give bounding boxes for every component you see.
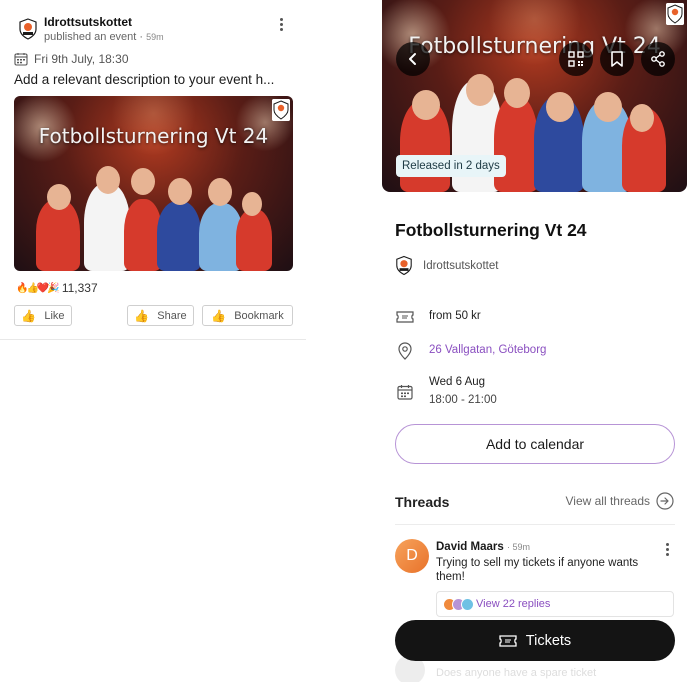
- thread-body: Trying to sell my tickets if anyone want…: [436, 557, 639, 583]
- feed-post-card: Idrottsutskottet published an event · 59…: [0, 0, 306, 340]
- chevron-left-icon: [409, 53, 416, 65]
- player-figure: [236, 209, 272, 271]
- post-more-options-icon[interactable]: [274, 16, 288, 34]
- post-event-date: Fri 9th July, 18:30: [14, 52, 129, 66]
- banner-art: Fotbollsturnering Vt 24: [14, 96, 293, 271]
- organization-logo: [396, 255, 412, 276]
- threads-heading: Threads: [395, 494, 450, 510]
- view-replies-button[interactable]: View 22 replies: [436, 591, 674, 617]
- tickets-label: Tickets: [525, 632, 572, 649]
- banner-logo: [666, 3, 684, 25]
- post-event-banner[interactable]: Fotbollsturnering Vt 24: [14, 96, 293, 271]
- bookmark-icon: [611, 51, 623, 67]
- event-hero-banner: Fotbollsturnering Vt 24 Released in 2 da…: [382, 0, 687, 192]
- event-datetime-row: Wed 6 Aug 18:00 - 21:00: [395, 376, 497, 406]
- player-head: [242, 192, 262, 216]
- event-detail-screen: Fotbollsturnering Vt 24 Released in 2 da…: [381, 0, 688, 682]
- player-figure: [494, 96, 538, 192]
- tickets-button[interactable]: Tickets: [395, 620, 675, 661]
- thread-author-line: David Maars · 59m: [436, 541, 530, 553]
- post-action: published an event: [44, 31, 137, 43]
- qr-code-icon: [568, 51, 584, 67]
- thread-author[interactable]: David Maars: [436, 541, 504, 553]
- event-organizer[interactable]: Idrottsutskottet: [395, 255, 498, 276]
- event-title: Fotbollsturnering Vt 24: [395, 220, 587, 240]
- calendar-icon: [397, 385, 413, 400]
- calendar-icon: [14, 53, 28, 66]
- add-to-calendar-button[interactable]: Add to calendar: [395, 424, 675, 464]
- player-head: [47, 184, 71, 210]
- event-datetime: Wed 6 Aug 18:00 - 21:00: [429, 376, 497, 406]
- thread-more-options-icon[interactable]: [661, 541, 673, 559]
- thread-time: 59m: [512, 542, 530, 552]
- view-replies-label: View 22 replies: [476, 598, 551, 610]
- avatar[interactable]: D: [395, 539, 429, 573]
- reaction-emojis: 🔥👍❤️🎉: [16, 282, 60, 294]
- player-head: [594, 92, 622, 122]
- event-price-row: from 50 kr: [395, 307, 481, 327]
- post-meta: published an event · 59m: [44, 31, 164, 43]
- player-figure: [157, 201, 201, 271]
- player-head: [630, 104, 654, 132]
- post-time: 59m: [146, 32, 164, 42]
- bookmark-event-button[interactable]: [600, 42, 634, 76]
- player-head: [546, 92, 574, 122]
- thumbs-up-icon: 👍: [21, 308, 37, 323]
- post-reactions[interactable]: 🔥👍❤️🎉 11,337: [16, 281, 98, 295]
- organization-logo[interactable]: [18, 18, 38, 40]
- player-head: [412, 90, 440, 120]
- event-time-range: 18:00 - 21:00: [429, 394, 497, 406]
- reaction-count: 11,337: [61, 281, 98, 295]
- arrow-right-circle-icon: [656, 492, 674, 510]
- post-author-name[interactable]: Idrottsutskottet: [44, 15, 132, 29]
- banner-logo: [272, 99, 290, 121]
- player-head: [504, 78, 530, 108]
- like-label: Like: [44, 309, 65, 322]
- thumbs-up-icon: 👍: [211, 308, 227, 323]
- back-button[interactable]: [396, 42, 430, 76]
- like-button[interactable]: 👍 Like: [14, 305, 72, 326]
- organizer-name: Idrottsutskottet: [423, 259, 499, 272]
- event-address-link[interactable]: 26 Vallgatan, Göteborg: [429, 344, 546, 356]
- player-head: [168, 178, 192, 205]
- bookmark-label: Bookmark: [234, 309, 284, 322]
- share-label: Share: [157, 309, 187, 322]
- post-date-text: Fri 9th July, 18:30: [34, 52, 129, 66]
- divider: [395, 524, 675, 525]
- player-head: [466, 74, 494, 106]
- location-pin-icon: [398, 342, 412, 360]
- player-head: [96, 166, 120, 194]
- event-price: from 50 kr: [429, 310, 481, 322]
- ticket-icon: [396, 311, 414, 323]
- bookmark-button[interactable]: 👍 Bookmark: [202, 305, 293, 326]
- view-all-threads-link[interactable]: View all threads: [566, 492, 675, 510]
- post-header: Idrottsutskottet published an event · 59…: [14, 12, 294, 46]
- player-head: [131, 168, 155, 195]
- player-head: [208, 178, 232, 206]
- replier-avatars: [443, 597, 474, 611]
- thumbs-up-icon: 👍: [134, 308, 150, 323]
- share-event-button[interactable]: [641, 42, 675, 76]
- view-all-threads-label: View all threads: [565, 494, 651, 508]
- ticket-icon: [499, 634, 517, 647]
- post-description[interactable]: Add a relevant description to your event…: [14, 72, 274, 87]
- share-button[interactable]: 👍 Share: [127, 305, 194, 326]
- next-thread-preview: Does anyone have a spare ticket: [436, 667, 597, 679]
- release-status-badge: Released in 2 days: [396, 155, 506, 177]
- share-icon: [651, 51, 665, 67]
- banner-title: Fotbollsturnering Vt 24: [38, 124, 269, 148]
- qr-code-button[interactable]: [559, 42, 593, 76]
- event-location-row[interactable]: 26 Vallgatan, Göteborg: [395, 341, 546, 361]
- event-date: Wed 6 Aug: [429, 376, 486, 388]
